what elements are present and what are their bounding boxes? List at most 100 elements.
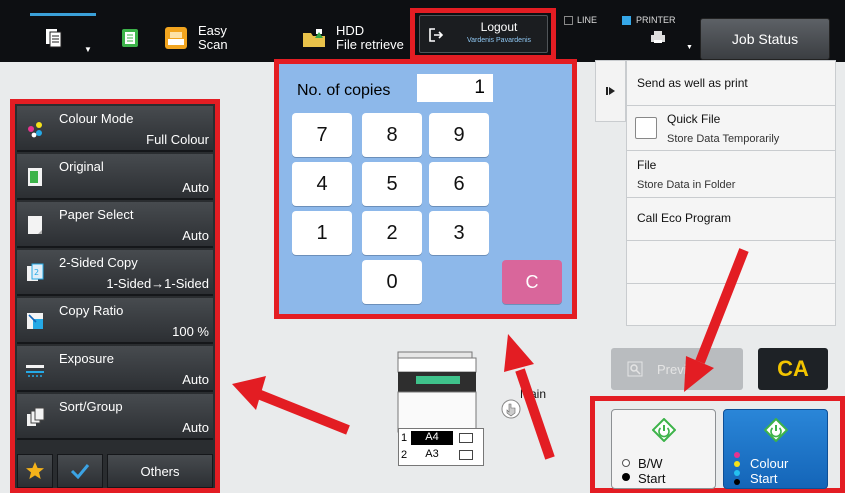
- dropdown-caret-icon: ▼: [84, 44, 92, 54]
- hdd-label-line2: File retrieve: [336, 37, 404, 52]
- sort-group-icon: [27, 407, 45, 426]
- main-tray-label: Main: [520, 387, 547, 401]
- copy-mode-icon: [46, 29, 62, 48]
- start-diamond-icon: [652, 418, 676, 442]
- printer-indicator-icon: [622, 16, 631, 25]
- key-0[interactable]: 0: [362, 260, 422, 304]
- preview-button[interactable]: Preview: [611, 348, 743, 390]
- original-button[interactable]: Original Auto: [17, 154, 213, 200]
- key-2[interactable]: 2: [362, 211, 422, 255]
- call-eco-program-item[interactable]: Call Eco Program: [627, 199, 835, 241]
- copy-ratio-value: 100 %: [172, 324, 209, 339]
- eco-label: Call Eco Program: [637, 211, 732, 225]
- bw-start-label: Start: [638, 471, 666, 486]
- paper-select-label: Paper Select: [59, 207, 134, 222]
- quick-file-checkbox[interactable]: [635, 117, 657, 139]
- preview-icon: [627, 361, 643, 377]
- easy-scan-button[interactable]: Easy Scan: [164, 18, 228, 58]
- colour-mode-icon: [28, 122, 42, 138]
- folder-icon: [303, 29, 325, 47]
- favorite-button[interactable]: [17, 454, 53, 488]
- line-indicator-icon: [564, 16, 573, 25]
- quick-file-subtitle: Store Data Temporarily: [667, 133, 780, 145]
- document-filing-button[interactable]: [120, 18, 140, 58]
- key-9[interactable]: 9: [429, 113, 489, 157]
- colour-mode-label: Colour Mode: [59, 111, 134, 126]
- hdd-label-line1: HDD: [336, 23, 365, 38]
- key-7[interactable]: 7: [292, 113, 352, 157]
- two-sided-copy-label: 2-Sided Copy: [59, 255, 138, 270]
- magenta-dot-icon: [734, 452, 740, 458]
- bw-label: B/W: [638, 456, 663, 471]
- colour-start-label: Start: [750, 471, 778, 486]
- yellow-dot-icon: [734, 461, 740, 467]
- clear-all-button[interactable]: CA: [758, 348, 828, 390]
- printer-dropdown-icon[interactable]: ▼: [686, 44, 693, 51]
- paper-tray-status: 1 A4 2 A3: [398, 428, 484, 466]
- expand-panel-button[interactable]: [595, 60, 626, 122]
- check-settings-button[interactable]: [57, 454, 103, 488]
- clear-key[interactable]: C: [502, 260, 562, 304]
- logout-user: Vardenis Pavardenis: [466, 37, 532, 44]
- key-4[interactable]: 4: [292, 162, 352, 206]
- key-8[interactable]: 8: [362, 113, 422, 157]
- copies-keypad-highlight: No. of copies 1 7 8 9 4 5 6 1 2 3 0 C: [274, 59, 577, 319]
- key-6[interactable]: 6: [429, 162, 489, 206]
- exposure-icon: [26, 365, 44, 377]
- tray-2-number: 2: [401, 449, 408, 461]
- expand-arrow-icon: [605, 87, 615, 95]
- colour-label: Colour: [750, 456, 789, 471]
- logout-button[interactable]: Logout Vardenis Pavardenis: [419, 15, 548, 53]
- send-as-well-as-print-item[interactable]: Send as well as print: [627, 61, 835, 106]
- star-icon: [26, 462, 44, 479]
- line-label: LINE: [577, 15, 598, 25]
- tray-1-number: 1: [401, 432, 408, 444]
- two-sided-copy-value: 1-Sided→1-Sided: [106, 276, 209, 291]
- key-1[interactable]: 1: [292, 211, 352, 255]
- checkmark-icon: [70, 464, 90, 479]
- paper-select-icon: [28, 216, 42, 234]
- sort-group-value: Auto: [182, 420, 209, 435]
- bw-start-button[interactable]: B/W Start: [611, 409, 716, 489]
- logout-icon: [429, 28, 444, 42]
- two-sided-copy-button[interactable]: 2 2-Sided Copy 1-Sided→1-Sided: [17, 250, 213, 296]
- paper-select-button[interactable]: Paper Select Auto: [17, 202, 213, 248]
- exposure-button[interactable]: Exposure Auto: [17, 346, 213, 392]
- job-status-button[interactable]: Job Status: [700, 18, 830, 60]
- copies-input[interactable]: 1: [417, 74, 493, 102]
- hdd-file-retrieve-button[interactable]: HDD File retrieve: [302, 18, 404, 58]
- quick-file-item[interactable]: Quick File Store Data Temporarily: [627, 107, 835, 151]
- copy-ratio-icon: [27, 313, 43, 329]
- svg-text:2: 2: [34, 268, 39, 277]
- others-button[interactable]: Others: [107, 454, 213, 488]
- printer-label: PRINTER: [636, 15, 676, 25]
- sort-group-button[interactable]: Sort/Group Auto: [17, 394, 213, 440]
- file-subtitle: Store Data in Folder: [637, 179, 736, 191]
- key-5[interactable]: 5: [362, 162, 422, 206]
- empty-item-1: [627, 242, 835, 284]
- quick-file-title: Quick File: [667, 112, 721, 126]
- cyan-dot-icon: [734, 470, 740, 476]
- key-3[interactable]: 3: [429, 211, 489, 255]
- exposure-label: Exposure: [59, 351, 114, 366]
- white-dot-icon: [622, 459, 630, 467]
- original-value: Auto: [182, 180, 209, 195]
- copy-mode-button[interactable]: ▼: [44, 18, 92, 58]
- file-title: File: [637, 158, 657, 172]
- colour-mode-button[interactable]: Colour Mode Full Colour: [17, 106, 213, 152]
- original-label: Original: [59, 159, 104, 174]
- copy-ratio-label: Copy Ratio: [59, 303, 124, 318]
- hand-pointer-icon: [501, 399, 521, 419]
- easy-scan-icon: [165, 27, 187, 49]
- copies-label: No. of copies: [297, 82, 391, 99]
- tray-2-size: A3: [425, 448, 439, 460]
- file-item[interactable]: File Store Data in Folder: [627, 152, 835, 198]
- document-filing-icon: [122, 29, 138, 47]
- send-print-label: Send as well as print: [637, 76, 748, 90]
- printer-icon: [651, 31, 665, 43]
- black-dot-icon: [622, 473, 630, 481]
- colour-start-button[interactable]: Colour Start: [723, 409, 828, 489]
- other-functions-panel: Send as well as print Quick File Store D…: [626, 60, 836, 326]
- copy-ratio-button[interactable]: Copy Ratio 100 %: [17, 298, 213, 344]
- start-diamond-icon: [764, 418, 788, 442]
